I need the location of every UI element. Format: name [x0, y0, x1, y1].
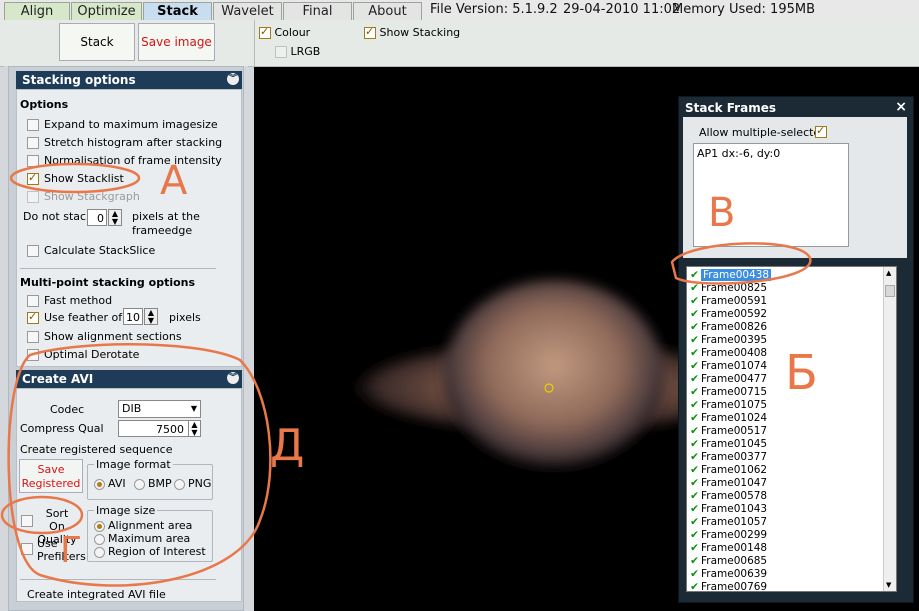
annotation-letter-be: Б — [785, 345, 818, 401]
annotation-circle-d — [7, 343, 272, 587]
annotation-overlay — [0, 162, 812, 587]
annotation-letter-a: A — [160, 158, 188, 204]
annotation-letter-b: B — [708, 190, 736, 236]
annotation-circle-g — [0, 495, 84, 535]
annotation-circle-a — [9, 162, 141, 194]
annotation-letter-ge: Г — [60, 530, 82, 571]
annotation-circle-b — [670, 242, 812, 285]
annotation-letter-de: Д — [270, 420, 305, 471]
